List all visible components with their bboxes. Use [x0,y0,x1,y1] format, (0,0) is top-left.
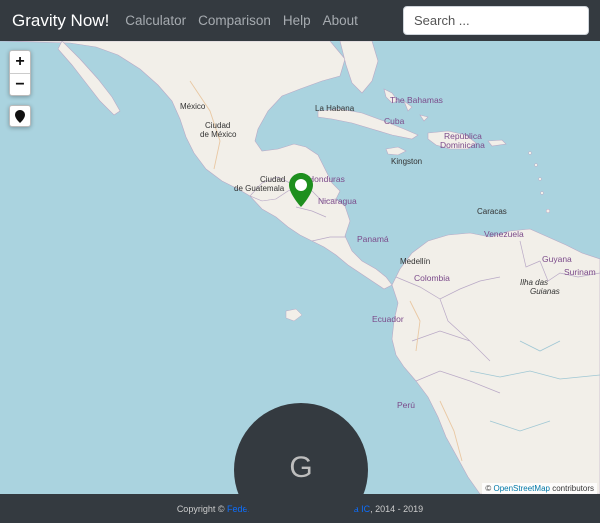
label-peru: Perú [397,400,415,410]
nav-link-help[interactable]: Help [283,13,311,28]
footer-years: , 2014 - 2019 [370,503,424,514]
label-cuba: Cuba [384,116,405,126]
brand-link[interactable]: Gravity Now! [12,11,109,31]
label-panama: Panamá [357,234,389,244]
label-mexico: México [180,102,206,111]
label-ciudad-guatemala-1: Ciudad [260,175,286,184]
zoom-out-button[interactable]: − [10,73,30,95]
label-kingston: Kingston [391,157,423,166]
label-nicaragua: Nicaragua [318,196,357,206]
label-ciudad-guatemala-2: de Guatemala [234,184,285,193]
label-guianas: Guianas [530,287,560,296]
navbar: Gravity Now! Calculator Comparison Help … [0,0,600,41]
zoom-control: + − [9,50,31,96]
zoom-in-button[interactable]: + [10,51,30,73]
locate-button[interactable] [9,105,31,127]
label-honduras: Honduras [308,174,345,184]
label-surinam: Surinam [564,267,596,277]
g-letter: G [289,451,313,484]
attribution-prefix: © [485,484,492,493]
marker-pin-icon [289,173,313,207]
label-guyana: Guyana [542,254,572,264]
location-marker[interactable] [289,173,313,212]
label-caracas: Caracas [477,207,507,216]
label-ciudad-de-mexico-1: Ciudad [205,121,231,130]
nav-link-comparison[interactable]: Comparison [198,13,271,28]
label-ilha-das: Ilha das [520,278,549,287]
label-la-habana: La Habana [315,104,355,113]
label-the-bahamas: The Bahamas [390,95,443,105]
label-venezuela: Venezuela [484,229,524,239]
map-attribution: © OpenStreetMap contributors [482,483,597,494]
search-input[interactable] [403,6,589,35]
label-ciudad-de-mexico-2: de México [200,130,237,139]
nav-link-about[interactable]: About [323,13,358,28]
nav-link-calculator[interactable]: Calculator [125,13,186,28]
footer-copyright: Copyright © [176,503,225,514]
openstreetmap-link[interactable]: OpenStreetMap [493,484,549,493]
label-medellin: Medellín [400,257,431,266]
map-pin-icon [15,109,25,123]
label-colombia: Colombia [414,273,450,283]
attribution-suffix: contributors [552,484,594,493]
label-ecuador: Ecuador [372,314,404,324]
label-dominicana: Dominicana [440,140,485,150]
